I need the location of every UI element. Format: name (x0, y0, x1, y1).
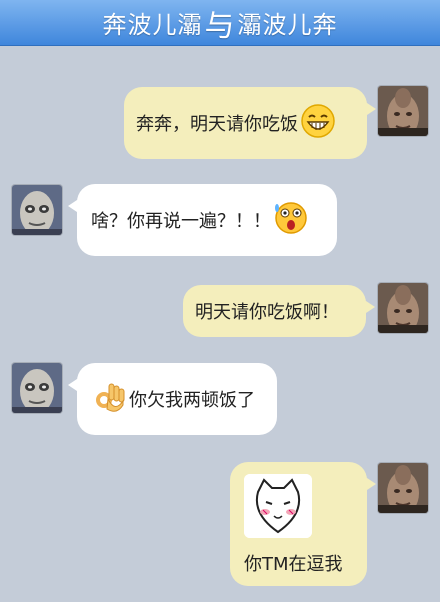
message-text: 啥？你再说一遍？！！ (91, 211, 271, 232)
message-bubble-me[interactable]: 你TM在逗我 (230, 462, 376, 586)
my-avatar[interactable] (378, 463, 428, 513)
message-text: 你TM在逗我 (244, 554, 343, 575)
title-right-name: 灞波儿奔 (237, 11, 338, 39)
message-text: 明天请你吃饭啊！ (195, 302, 339, 323)
grinning-face-icon (300, 103, 336, 144)
blushing-face-sticker (244, 474, 312, 538)
message-bubble-other[interactable]: 你欠我两顿饭了 (68, 363, 277, 435)
my-avatar[interactable] (378, 86, 428, 136)
chat-title-bar: 奔波儿灞 与 灞波儿奔 (0, 0, 440, 46)
my-avatar[interactable] (378, 283, 428, 333)
message-bubble-me[interactable]: 明天请你吃饭啊！ (183, 285, 375, 337)
shocked-face-icon (273, 200, 309, 241)
contact-avatar[interactable] (12, 363, 62, 413)
contact-avatar[interactable] (12, 185, 62, 235)
message-bubble-other[interactable]: 啥？你再说一遍？！！ (68, 184, 337, 256)
message-text: 你欠我两顿饭了 (129, 390, 255, 411)
ok-hand-icon (91, 379, 127, 420)
message-bubble-me[interactable]: 奔奔，明天请你吃饭 (124, 87, 376, 159)
title-connector: 与 (204, 8, 236, 44)
message-text: 奔奔，明天请你吃饭 (136, 114, 298, 135)
title-left-name: 奔波儿灞 (102, 11, 203, 39)
